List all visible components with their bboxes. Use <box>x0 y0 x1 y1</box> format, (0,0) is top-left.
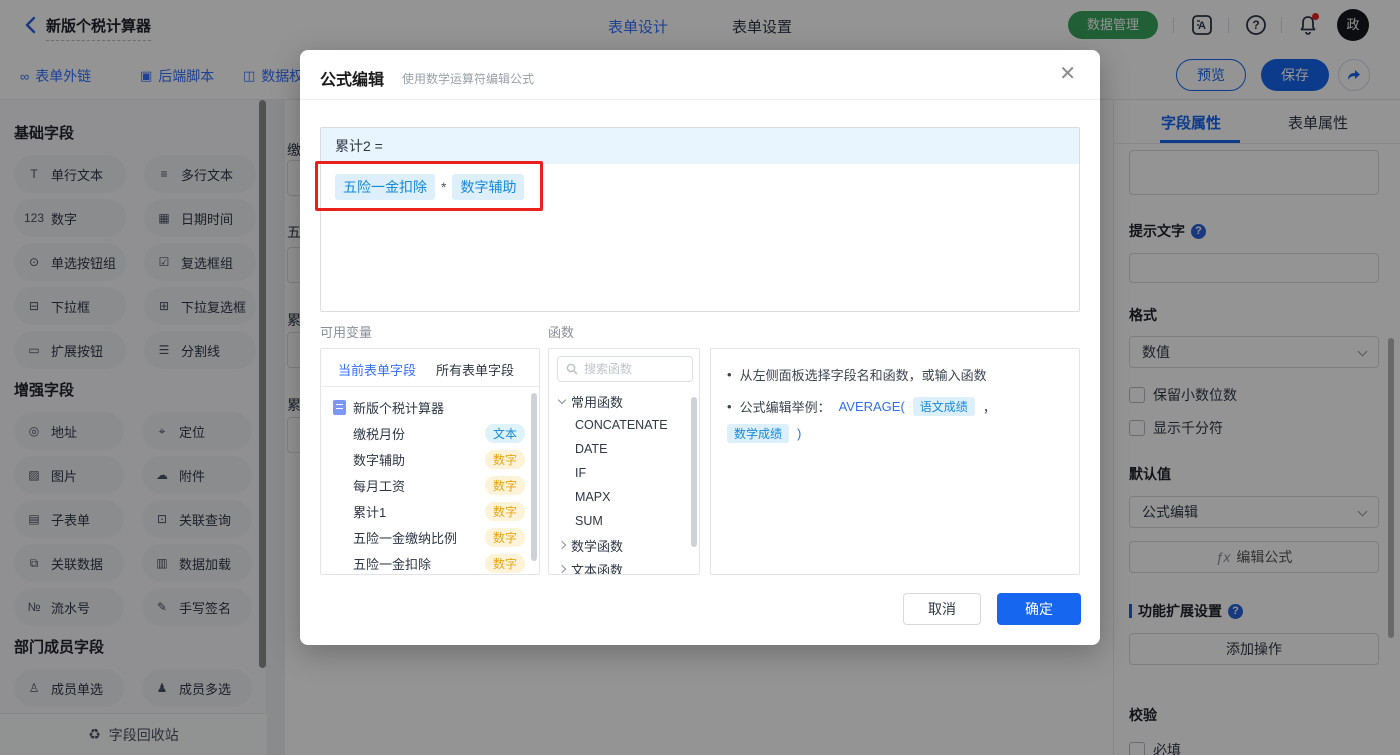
formula-input-area[interactable]: 五险一金扣除 * 数字辅助 <box>321 164 1079 311</box>
variables-scrollbar[interactable] <box>531 393 537 561</box>
functions-list: 常用函数 CONCATENATE DATE IF MAPX SUM 数学函数文本函数 <box>549 389 699 575</box>
modal-header: 公式编辑 使用数学运算符编辑公式 ✕ <box>300 50 1100 100</box>
variable-name: 每月工资 <box>353 478 406 494</box>
bullet-icon: • <box>727 399 732 414</box>
formula-field-chip[interactable]: 五险一金扣除 <box>335 174 435 200</box>
search-icon <box>566 363 578 375</box>
caret-right-icon <box>557 540 567 550</box>
variables-tabs: 当前表单字段 所有表单字段 <box>321 349 539 387</box>
function-group-label: 文本函数 <box>571 562 624 575</box>
function-item[interactable]: CONCATENATE <box>549 413 699 437</box>
modal-title: 公式编辑 <box>320 72 385 89</box>
modal-footer: 取消 确定 <box>903 593 1081 625</box>
variable-row[interactable]: 累计1 数字 <box>321 498 539 524</box>
variables-label: 可用变量 <box>320 325 373 340</box>
form-doc-icon <box>333 399 346 415</box>
hint-line-1: • 从左侧面板选择字段名和函数，或输入函数 <box>727 365 1063 384</box>
hint-panel: • 从左侧面板选择字段名和函数，或输入函数 • 公式编辑举例： AVERAGE(… <box>710 348 1080 575</box>
function-group-collapsed[interactable]: 文本函数 <box>549 557 699 575</box>
variable-row[interactable]: 五险一金扣除 数字 <box>321 550 539 574</box>
variable-row[interactable]: 每月工资 数字 <box>321 472 539 498</box>
variable-name: 五险一金缴纳比例 <box>353 530 458 546</box>
hint-line-2: • 公式编辑举例： AVERAGE( 语文成绩 ， 数学成绩 ) <box>727 397 1063 443</box>
hint-example-prefix: 公式编辑举例： <box>739 400 831 415</box>
formula-target: 累计2 = <box>321 128 1079 164</box>
function-group-label: 数学函数 <box>571 538 624 554</box>
cancel-button[interactable]: 取消 <box>903 593 981 625</box>
variable-row[interactable]: 缴税月份 文本 <box>321 420 539 446</box>
bullet-icon: • <box>727 367 732 382</box>
function-group-label: 常用函数 <box>571 394 624 410</box>
variable-type-badge: 数字 <box>484 553 525 573</box>
close-icon[interactable]: ✕ <box>1059 64 1076 84</box>
functions-panel: 常用函数 CONCATENATEDATEIFMAPXSUM 数学函数文本函数 <box>548 348 700 575</box>
variable-name: 累计1 <box>353 504 387 520</box>
hint-example-chip: 数学成绩 <box>727 424 790 443</box>
variable-row[interactable]: 数字辅助 数字 <box>321 446 539 472</box>
variables-list: 缴税月份 文本 数字辅助 数字 每月工资 数字 累计1 数字 五险一金缴纳比例 数字 五险一金扣除数… <box>321 420 539 574</box>
variable-type-badge: 数字 <box>484 475 525 495</box>
function-item[interactable]: MAPX <box>549 485 699 509</box>
formula-editor: 累计2 = 五险一金扣除 * 数字辅助 <box>320 127 1080 312</box>
hint-example-function: AVERAGE( <box>838 399 905 414</box>
function-item[interactable]: IF <box>549 461 699 485</box>
form-tree-root[interactable]: 新版个税计算器 <box>321 394 539 420</box>
form-root-label: 新版个税计算器 <box>353 400 445 416</box>
variable-name: 缴税月份 <box>353 426 406 442</box>
tab-current-form-fields[interactable]: 当前表单字段 <box>338 360 416 379</box>
function-group-expanded[interactable]: 常用函数 <box>549 389 699 413</box>
caret-down-icon <box>557 395 567 404</box>
hint-example-close-paren: ) <box>797 426 802 441</box>
functions-scrollbar[interactable] <box>691 397 697 547</box>
caret-right-icon <box>557 564 567 574</box>
hint-example-comma: ， <box>982 400 996 415</box>
confirm-button[interactable]: 确定 <box>997 593 1081 625</box>
hint-example-chip: 语文成绩 <box>912 397 975 416</box>
function-search-box[interactable] <box>557 356 693 382</box>
variable-row[interactable]: 五险一金缴纳比例 数字 <box>321 524 539 550</box>
formula-operator: * <box>441 179 447 195</box>
modal-subtitle: 使用数学运算符编辑公式 <box>402 72 535 86</box>
functions-label: 函数 <box>548 325 575 340</box>
variable-type-badge: 数字 <box>484 527 525 547</box>
variables-panel: 当前表单字段 所有表单字段 新版个税计算器 缴税月份 文本 数字辅助 数字 每月工资 数字… <box>320 348 540 575</box>
variable-type-badge: 数字 <box>484 501 525 521</box>
variable-name: 数字辅助 <box>353 452 406 468</box>
formula-field-chip[interactable]: 数字辅助 <box>452 174 525 200</box>
variable-type-badge: 数字 <box>484 449 525 469</box>
app-root: 新版个税计算器 表单设计 表单设置 数据管理 A ? 政 ∞ 表单外链 ▣ 后端脚本… <box>0 0 1400 755</box>
formula-editor-modal: 公式编辑 使用数学运算符编辑公式 ✕ 累计2 = 五险一金扣除 * 数字辅助 可用变… <box>300 50 1100 645</box>
function-item[interactable]: SUM <box>549 509 699 533</box>
tab-all-form-fields[interactable]: 所有表单字段 <box>436 360 514 379</box>
function-search-input[interactable] <box>584 362 674 376</box>
function-group-collapsed[interactable]: 数学函数 <box>549 533 699 557</box>
function-item[interactable]: DATE <box>549 437 699 461</box>
hint-text: 从左侧面板选择字段名和函数，或输入函数 <box>739 368 987 383</box>
variable-name: 五险一金扣除 <box>353 556 432 572</box>
variable-type-badge: 文本 <box>484 423 525 443</box>
